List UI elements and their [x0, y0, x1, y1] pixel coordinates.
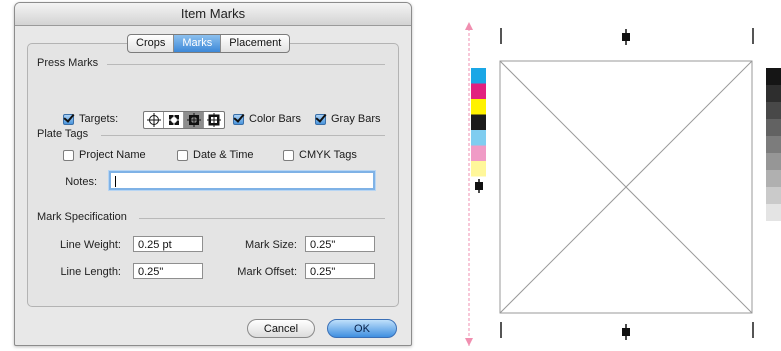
targets-checkbox[interactable]: Targets: [63, 113, 118, 125]
gray-bar-swatch [766, 153, 781, 170]
color-bars [471, 68, 486, 177]
gray-bar-swatch [766, 68, 781, 85]
tab-placement[interactable]: Placement [221, 35, 289, 52]
color-bar-swatch [471, 114, 486, 130]
registration-target-left [475, 179, 483, 193]
tab-marks[interactable]: Marks [174, 35, 222, 52]
ok-button[interactable]: OK [327, 319, 397, 338]
mark-spec-divider [139, 218, 385, 219]
bleed-guide-arrow-top [465, 22, 473, 30]
plate-tags-heading: Plate Tags [37, 128, 89, 140]
color-bar-swatch [471, 83, 486, 99]
line-length-label: Line Length: [60, 266, 121, 278]
target-style-selector [143, 111, 225, 129]
notes-field[interactable] [109, 171, 375, 190]
mark-spec-heading: Mark Specification [37, 211, 127, 223]
color-bar-swatch [471, 68, 486, 84]
targets-checkbox-box[interactable] [63, 113, 74, 125]
project-name-checkbox-box[interactable] [63, 149, 74, 161]
cmyk-tags-label: CMYK Tags [299, 149, 357, 161]
mark-size-label: Mark Size: [245, 239, 297, 251]
marks-preview-canvas [465, 22, 781, 346]
registration-target-bottom [622, 324, 630, 340]
dialog-title: Item Marks [15, 3, 411, 26]
targets-label: Targets: [79, 113, 119, 125]
line-length-field[interactable]: 0.25" [133, 263, 203, 279]
gray-bar-swatch [766, 119, 781, 136]
cmyk-tags-checkbox-box[interactable] [283, 149, 294, 161]
press-marks-divider [107, 64, 385, 65]
color-bars-checkbox[interactable]: Color Bars [233, 113, 301, 125]
registration-target-top [622, 29, 630, 45]
date-time-checkbox[interactable]: Date & Time [177, 149, 254, 161]
gray-bar-swatch [766, 85, 781, 102]
mark-offset-field[interactable]: 0.25" [305, 263, 375, 279]
gray-bar-swatch [766, 136, 781, 153]
cmyk-tags-checkbox[interactable]: CMYK Tags [283, 149, 357, 161]
item-marks-dialog: Item Marks Crops Marks Placement Press M… [14, 2, 412, 346]
project-name-label: Project Name [79, 149, 146, 161]
press-marks-heading: Press Marks [37, 57, 99, 69]
gray-bars-checkbox[interactable]: Gray Bars [315, 113, 381, 125]
project-name-checkbox[interactable]: Project Name [63, 149, 146, 161]
crosshair-target-icon[interactable] [144, 112, 164, 128]
tab-bar: Crops Marks Placement [127, 34, 291, 53]
gray-bars-checkbox-box[interactable] [315, 113, 326, 125]
bleed-guide-arrow-bottom [465, 338, 473, 346]
text-caret [115, 175, 116, 187]
marks-preview [455, 0, 781, 348]
gray-bar-swatch [766, 187, 781, 204]
color-bars-checkbox-box[interactable] [233, 113, 244, 125]
gray-bar-swatch [766, 204, 781, 221]
color-bar-swatch [471, 130, 486, 146]
square-target-a-icon[interactable] [164, 112, 184, 128]
color-bar-swatch [471, 161, 486, 177]
line-weight-label: Line Weight: [60, 239, 121, 251]
cancel-button[interactable]: Cancel [247, 319, 315, 338]
color-bar-swatch [471, 145, 486, 161]
gray-bar-swatch [766, 102, 781, 119]
color-bars-label: Color Bars [249, 113, 301, 125]
plate-tags-divider [101, 135, 385, 136]
square-target-b-icon[interactable] [204, 112, 224, 128]
tab-crops[interactable]: Crops [128, 35, 175, 52]
gray-bars [766, 68, 781, 221]
notes-label: Notes: [65, 176, 97, 188]
line-weight-field[interactable]: 0.25 pt [133, 236, 203, 252]
mark-size-field[interactable]: 0.25" [305, 236, 375, 252]
gray-bars-label: Gray Bars [331, 113, 381, 125]
gray-bar-swatch [766, 170, 781, 187]
date-time-label: Date & Time [193, 149, 254, 161]
color-bar-swatch [471, 99, 486, 115]
date-time-checkbox-box[interactable] [177, 149, 188, 161]
square-target-selected-icon[interactable] [184, 112, 204, 128]
mark-offset-label: Mark Offset: [237, 266, 297, 278]
